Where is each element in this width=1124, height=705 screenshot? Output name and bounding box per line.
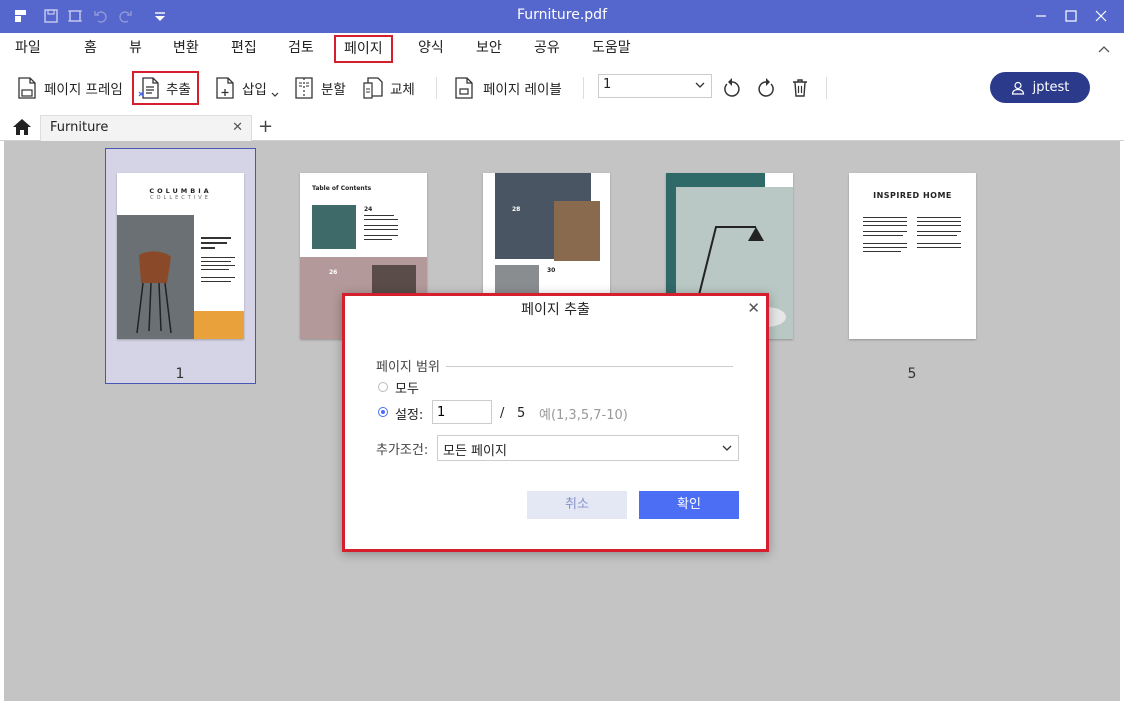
title-bar: Furniture.pdf xyxy=(0,0,1124,33)
close-window-icon[interactable] xyxy=(1090,6,1112,26)
dialog-title: 페이지 추출 xyxy=(521,302,590,318)
home-icon[interactable] xyxy=(12,118,32,136)
thumb-chair-photo xyxy=(117,215,194,339)
document-tab-strip: Furniture ✕ + xyxy=(0,113,1124,141)
split-button[interactable]: 분할 xyxy=(293,71,346,105)
radio-set-label: 설정: xyxy=(395,408,424,423)
extra-condition-value: 모든 페이지 xyxy=(443,444,507,459)
thumb-num: 30 xyxy=(547,267,556,274)
replace-icon xyxy=(363,77,383,99)
toolbar-separator xyxy=(583,77,584,99)
thumb-sofa-photo xyxy=(312,205,356,249)
range-separator: / xyxy=(500,406,505,421)
user-icon xyxy=(1011,81,1024,95)
insert-icon xyxy=(216,77,234,99)
document-tab[interactable]: Furniture ✕ xyxy=(40,115,252,141)
page-label-label: 페이지 레이블 xyxy=(483,82,562,98)
page-frame-icon xyxy=(18,77,36,99)
page-thumbnail-5[interactable]: INSPIRED HOME xyxy=(849,173,976,339)
thumb-num: 26 xyxy=(329,269,338,276)
maximize-icon[interactable] xyxy=(1060,6,1082,26)
thumb-num: 24 xyxy=(364,206,373,213)
user-account-button[interactable]: jptest xyxy=(990,72,1090,103)
page-thumbnail-1[interactable]: COLUMBIA COLLECTIVE xyxy=(117,173,244,339)
collapse-ribbon-icon[interactable] xyxy=(1098,45,1110,53)
ok-button[interactable]: 확인 xyxy=(639,491,739,519)
page-frame-button[interactable]: 페이지 프레임 xyxy=(16,71,123,105)
replace-label: 교체 xyxy=(390,82,415,98)
menu-help[interactable]: 도움말 xyxy=(592,37,631,59)
toolbar-separator xyxy=(826,77,827,99)
radio-set[interactable] xyxy=(378,407,388,417)
insert-label: 삽입 xyxy=(242,82,267,98)
thumb-inspired-title: INSPIRED HOME xyxy=(873,191,952,200)
document-tab-label: Furniture xyxy=(50,120,109,135)
minimize-icon[interactable] xyxy=(1030,6,1052,26)
extract-button[interactable]: 추출 xyxy=(132,71,199,105)
page-label-button[interactable]: 페이지 레이블 xyxy=(453,71,562,105)
extra-condition-label: 추가조건: xyxy=(376,443,429,458)
menu-bar: 파일 홈 뷰 변환 편집 검토 페이지 양식 보안 공유 도움말 xyxy=(0,33,1124,63)
total-pages: 5 xyxy=(517,406,526,421)
radio-all-label: 모두 xyxy=(395,382,419,397)
thumb-toc-title: Table of Contents xyxy=(312,185,372,192)
rotate-right-icon[interactable] xyxy=(756,77,776,99)
window-title: Furniture.pdf xyxy=(516,7,607,23)
replace-button[interactable]: 교체 xyxy=(362,71,415,105)
page-number-select[interactable]: 1 xyxy=(598,74,712,98)
chevron-down-icon xyxy=(695,82,705,88)
range-example: 예(1,3,5,7-10) xyxy=(539,408,628,423)
page-frame-label: 페이지 프레임 xyxy=(44,82,123,98)
rotate-left-icon[interactable] xyxy=(722,77,742,99)
thumb-brand: COLUMBIA xyxy=(149,187,212,195)
group-divider xyxy=(446,366,733,367)
cancel-button[interactable]: 취소 xyxy=(527,491,627,519)
split-label: 분할 xyxy=(321,82,346,98)
menu-home[interactable]: 홈 xyxy=(84,37,97,59)
thumb-people-photo xyxy=(554,201,600,261)
page-label-icon xyxy=(455,77,473,99)
add-tab-icon[interactable]: + xyxy=(258,116,273,137)
thumb-accent-block xyxy=(194,311,244,339)
page-number-value: 1 xyxy=(603,77,612,92)
extract-icon xyxy=(138,77,159,99)
extract-pages-dialog: 페이지 추출 ✕ 페이지 범위 모두 설정: / 5 예(1,3,5,7-10)… xyxy=(342,293,769,552)
close-tab-icon[interactable]: ✕ xyxy=(232,120,243,135)
menu-security[interactable]: 보안 xyxy=(476,37,502,59)
page-toolbar: 페이지 프레임 추출 삽입 분할 교체 페이지 레이블 1 jptest xyxy=(0,63,1124,113)
menu-form[interactable]: 양식 xyxy=(418,37,444,59)
menu-convert[interactable]: 변환 xyxy=(173,37,199,59)
insert-button[interactable]: 삽입 xyxy=(214,71,285,105)
menu-file[interactable]: 파일 xyxy=(15,37,41,59)
menu-share[interactable]: 공유 xyxy=(534,37,560,59)
toolbar-separator xyxy=(436,77,437,99)
page-number-1: 1 xyxy=(175,366,185,382)
insert-dropdown-icon[interactable] xyxy=(271,90,279,100)
thumb-num: 28 xyxy=(512,206,521,213)
page-range-input[interactable] xyxy=(432,400,492,424)
extract-label: 추출 xyxy=(166,82,191,98)
extra-condition-select[interactable]: 모든 페이지 xyxy=(437,435,739,461)
menu-edit[interactable]: 편집 xyxy=(231,37,257,59)
split-icon xyxy=(295,77,313,99)
menu-view[interactable]: 뷰 xyxy=(129,37,142,59)
user-name: jptest xyxy=(1032,80,1070,95)
menu-review[interactable]: 검토 xyxy=(288,37,314,59)
thumb-sub: COLLECTIVE xyxy=(150,195,211,201)
delete-icon[interactable] xyxy=(790,77,810,99)
radio-all[interactable] xyxy=(378,382,388,392)
page-number-5: 5 xyxy=(907,366,917,382)
chevron-down-icon xyxy=(722,445,732,451)
menu-page[interactable]: 페이지 xyxy=(334,35,393,63)
close-dialog-icon[interactable]: ✕ xyxy=(747,299,760,317)
page-range-label: 페이지 범위 xyxy=(376,360,440,375)
